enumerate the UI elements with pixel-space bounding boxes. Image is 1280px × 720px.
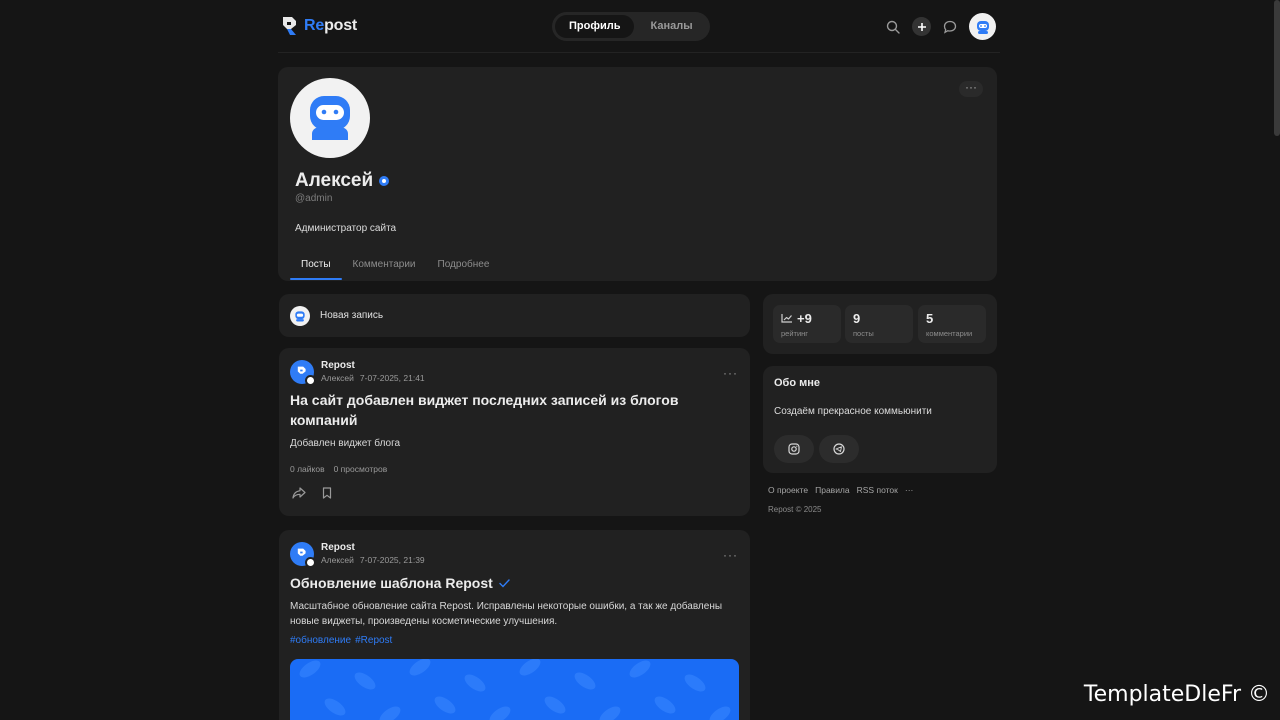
logo-text-accent: Re (304, 17, 325, 34)
profile-handle: @admin (295, 193, 333, 204)
tab-posts[interactable]: Посты (290, 255, 342, 280)
watermark: TemplateDleFr © (1083, 682, 1270, 707)
post-author[interactable]: Алексей (321, 373, 354, 383)
stats-card: +9 рейтинг 9 посты 5 комментарии (763, 294, 997, 354)
profile-bio: Администратор сайта (295, 223, 397, 234)
instagram-icon (788, 443, 800, 455)
stat-label: посты (853, 329, 874, 338)
profile-more-button[interactable]: ··· (959, 81, 983, 97)
copyright: Repost © 2025 (768, 505, 822, 514)
post-author[interactable]: Алексей (321, 555, 354, 565)
check-icon (499, 573, 510, 593)
post-card: Repost Алексей 7-07-2025, 21:41 ··· На са… (279, 348, 750, 516)
post-text: Масштабное обновление сайта Repost. Испр… (290, 601, 723, 627)
about-text: Создаём прекрасное коммьюнити (774, 406, 932, 417)
stat-value: 9 (853, 311, 861, 326)
post-source-avatar[interactable] (290, 360, 316, 386)
telegram-button[interactable] (819, 435, 859, 463)
stat-comments: 5 комментарии (918, 305, 986, 343)
footer-link-rss[interactable]: RSS поток (857, 485, 898, 495)
about-card: Обо мне Создаём прекрасное коммьюнити (763, 366, 997, 473)
trend-icon (781, 311, 793, 326)
stat-label: комментарии (926, 329, 973, 338)
author-badge-icon (305, 375, 316, 386)
about-title: Обо мне (774, 377, 821, 389)
profile-card: ··· Алексей @admin Администратор сайта П… (278, 67, 997, 281)
post-more-icon[interactable]: ··· (723, 548, 738, 562)
top-bar: Repost Профиль Каналы (278, 0, 1000, 53)
add-post-button[interactable] (912, 17, 931, 36)
instagram-button[interactable] (774, 435, 814, 463)
footer-more-icon[interactable]: ··· (905, 485, 914, 495)
telegram-icon (833, 443, 845, 455)
post-stats: 0 лайков 0 просмотров (290, 464, 396, 474)
user-avatar-button[interactable] (969, 13, 996, 40)
logo-text-rest: post (324, 17, 358, 34)
profile-name: Алексей (295, 170, 374, 191)
new-post-label: Новая запись (320, 310, 384, 321)
profile-tabs: Посты Комментарии Подробнее (290, 255, 500, 280)
author-badge-icon (305, 557, 316, 568)
tag-link[interactable]: #Repost (355, 635, 392, 646)
tab-profile[interactable]: Профиль (555, 15, 635, 38)
post-date: 7-07-2025, 21:39 (359, 555, 425, 565)
post-text: Добавлен виджет блога (290, 438, 401, 449)
post-tags: #обновление #Repost (290, 635, 396, 646)
tab-details[interactable]: Подробнее (427, 255, 501, 280)
header-actions (884, 13, 996, 40)
stat-rating: +9 рейтинг (773, 305, 841, 343)
logo-icon (282, 16, 298, 36)
footer-links: О проекте Правила RSS поток ··· (768, 485, 913, 495)
footer-link-rules[interactable]: Правила (815, 485, 850, 495)
post-banner-image[interactable] (290, 659, 739, 720)
bookmark-icon[interactable] (322, 486, 332, 504)
post-card: Repost Алексей 7-07-2025, 21:39 ··· Обнов… (279, 530, 750, 720)
post-more-icon[interactable]: ··· (723, 366, 738, 380)
tab-comments[interactable]: Комментарии (342, 255, 427, 280)
post-source[interactable]: Repost (321, 360, 431, 371)
tag-link[interactable]: #обновление (290, 635, 351, 646)
page: Repost Профиль Каналы ··· Алексей @admin… (0, 0, 1280, 720)
stat-value: 5 (926, 311, 934, 326)
main-nav: Профиль Каналы (552, 12, 710, 41)
views-count: 0 просмотров (333, 464, 388, 474)
post-title[interactable]: На сайт добавлен виджет последних записе… (290, 390, 720, 430)
post-source-avatar[interactable] (290, 542, 316, 568)
stat-posts: 9 посты (845, 305, 913, 343)
post-title[interactable]: Обновление шаблона Repost (290, 573, 493, 593)
search-icon[interactable] (884, 18, 902, 36)
chat-icon[interactable] (941, 18, 959, 36)
likes-count: 0 лайков (290, 464, 325, 474)
new-post-button[interactable]: Новая запись (279, 294, 750, 337)
stat-value: +9 (797, 311, 812, 326)
avatar (290, 305, 310, 326)
logo[interactable]: Repost (282, 16, 357, 36)
post-actions (292, 486, 332, 504)
post-date: 7-07-2025, 21:41 (359, 373, 425, 383)
scrollbar[interactable] (1274, 0, 1280, 136)
footer-link-about[interactable]: О проекте (768, 485, 808, 495)
post-source[interactable]: Repost (321, 542, 431, 553)
profile-avatar (290, 78, 370, 158)
tab-channels[interactable]: Каналы (636, 15, 706, 38)
robot-avatar-icon (310, 96, 350, 140)
stat-label: рейтинг (781, 329, 809, 338)
verified-icon (379, 176, 390, 186)
share-icon[interactable] (292, 486, 306, 504)
